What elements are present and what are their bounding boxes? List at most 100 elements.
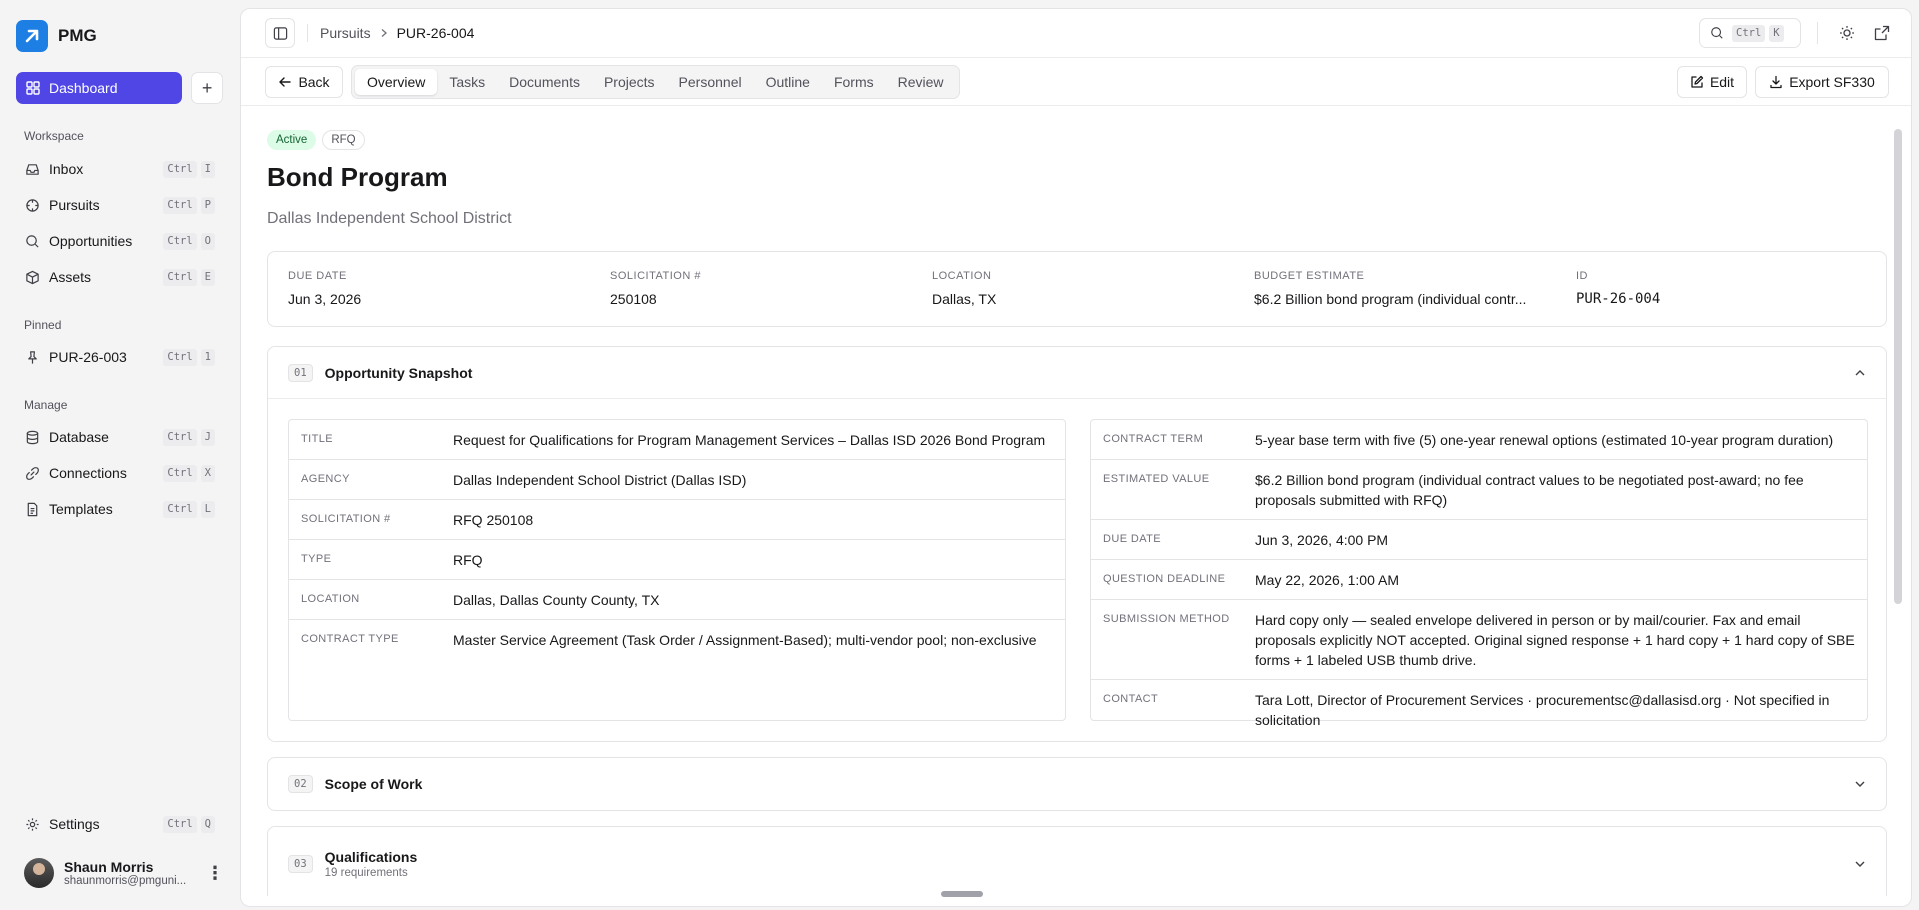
sidebar-item-settings[interactable]: Settings Ctrl Q	[16, 809, 223, 839]
kv-row: Estimated Value $6.2 Billion bond program…	[1091, 460, 1867, 520]
link-icon	[24, 465, 40, 481]
snapshot-right-table: Contract Term 5-year base term with five …	[1090, 419, 1868, 728]
scrollbar[interactable]	[1894, 129, 1902, 604]
more-vertical-icon[interactable]: ⋮	[206, 863, 224, 884]
chevron-up-icon[interactable]	[1854, 367, 1866, 379]
arrow-up-right-icon	[25, 29, 39, 43]
target-icon	[24, 197, 40, 213]
kv-row: Due Date Jun 3, 2026, 4:00 PM	[1091, 520, 1867, 560]
breadcrumb-pursuits[interactable]: Pursuits	[320, 25, 371, 41]
gear-icon	[24, 816, 40, 832]
sidebar-item-pur-26-003[interactable]: PUR-26-003 Ctrl 1	[16, 342, 223, 372]
sun-icon	[1840, 26, 1854, 40]
breadcrumb-current: PUR-26-004	[396, 25, 475, 41]
sidebar-icon	[273, 26, 287, 40]
tab-personnel[interactable]: Personnel	[667, 69, 754, 95]
agency-subtitle: Dallas Independent School District	[267, 210, 512, 227]
sidebar-item-inbox[interactable]: Inbox Ctrl I	[16, 154, 223, 184]
manage-label: Manage	[24, 398, 68, 412]
back-button[interactable]: Back	[265, 66, 343, 98]
section-header[interactable]: 01 Opportunity Snapshot	[268, 347, 1886, 399]
sidebar-item-database[interactable]: Database Ctrl J	[16, 422, 223, 452]
section-title: Opportunity Snapshot	[324, 364, 473, 381]
sidebar-item-pursuits[interactable]: Pursuits Ctrl P	[16, 190, 223, 220]
user-name: Shaun Morris	[64, 859, 154, 875]
share-button[interactable]	[1867, 18, 1897, 48]
sidebar-item-templates[interactable]: Templates Ctrl L	[16, 494, 223, 524]
tab-outline[interactable]: Outline	[754, 69, 822, 95]
dashboard-button[interactable]: Dashboard	[16, 72, 183, 104]
export-sf330-button[interactable]: Export SF330	[1755, 66, 1889, 98]
tab-tasks[interactable]: Tasks	[437, 69, 497, 95]
shortcut: Ctrl X	[163, 464, 215, 482]
shortcut: Ctrl O	[163, 232, 215, 250]
sidebar-item-label: PUR-26-003	[49, 349, 127, 365]
summary-budget-estimate: Budget Estimate $6.2 Billion bond progra…	[1254, 270, 1527, 307]
search-button[interactable]: Ctrl K	[1699, 18, 1801, 48]
box-icon	[24, 269, 40, 285]
add-button[interactable]: +	[191, 72, 223, 104]
tab-projects[interactable]: Projects	[592, 69, 667, 95]
kv-row: Title Request for Qualifications for Prog…	[289, 420, 1065, 460]
file-icon	[24, 501, 40, 517]
brand-name: PMG	[58, 26, 97, 45]
tab-forms[interactable]: Forms	[822, 69, 886, 95]
grid-icon	[26, 81, 40, 95]
summary-solicitation: Solicitation # 250108	[610, 270, 701, 307]
kv-row: Type RFQ	[289, 540, 1065, 580]
plus-icon: +	[201, 77, 213, 98]
brand[interactable]: PMG	[16, 20, 97, 52]
user-email: shaunmorris@pmguni...	[64, 875, 187, 887]
sidebar-item-label: Inbox	[49, 161, 84, 177]
sidebar-item-opportunities[interactable]: Opportunities Ctrl O	[16, 226, 223, 256]
resize-handle[interactable]	[941, 891, 983, 897]
shortcut: Ctrl 1	[163, 348, 215, 366]
dashboard-label: Dashboard	[49, 80, 118, 96]
toggle-sidebar-button[interactable]	[265, 18, 295, 48]
chevron-down-icon[interactable]	[1854, 778, 1866, 790]
workspace-label: Workspace	[24, 129, 84, 143]
section-title: Scope of Work	[324, 776, 423, 792]
section-number: 03	[288, 855, 313, 873]
avatar	[24, 858, 54, 888]
user-menu[interactable]: Shaun Morris shaunmorris@pmguni... ⋮	[24, 855, 224, 891]
kv-row: Location Dallas, Dallas County County, TX	[289, 580, 1065, 620]
tab-overview[interactable]: Overview	[355, 69, 438, 95]
sidebar-item-label: Pursuits	[49, 197, 100, 213]
section-opportunity-snapshot: 01 Opportunity Snapshot Title Request for…	[267, 346, 1887, 742]
chevron-down-icon[interactable]	[1854, 858, 1866, 870]
tab-documents[interactable]: Documents	[497, 69, 592, 95]
page-title: Bond Program	[267, 162, 448, 192]
sidebar-item-label: Settings	[49, 816, 100, 832]
shortcut: Ctrl L	[163, 500, 215, 518]
kv-row: Agency Dallas Independent School District…	[289, 460, 1065, 500]
section-number: 01	[288, 363, 313, 382]
search-shortcut: Ctrl K	[1732, 24, 1784, 42]
kv-row: Submission Method Hard copy only — sealed…	[1091, 600, 1867, 680]
sidebar-item-assets[interactable]: Assets Ctrl E	[16, 262, 223, 292]
badges: Active RFQ	[267, 130, 365, 150]
section-qualifications[interactable]: 03 Qualifications 19 requirements	[267, 826, 1887, 896]
sidebar-item-label: Templates	[49, 501, 113, 517]
sidebar: PMG Dashboard + Workspace Inbox Ctrl I Pu…	[0, 0, 240, 910]
status-badge: Active	[267, 130, 317, 150]
shortcut: Ctrl E	[163, 268, 215, 286]
theme-toggle-button[interactable]	[1832, 18, 1862, 48]
search-icon	[24, 233, 40, 249]
sidebar-item-label: Assets	[49, 269, 92, 285]
sidebar-item-label: Database	[49, 429, 109, 445]
top-bar: Pursuits PUR-26-004 Ctrl K	[241, 9, 1911, 58]
tab-bar: Overview Tasks Documents Projects Person…	[351, 65, 960, 99]
sidebar-item-connections[interactable]: Connections Ctrl X	[16, 458, 223, 488]
section-scope-of-work[interactable]: 02 Scope of Work	[267, 757, 1887, 811]
share-icon	[1874, 25, 1890, 41]
shortcut: Ctrl J	[163, 428, 215, 446]
section-subtitle: 19 requirements	[324, 867, 408, 879]
edit-button[interactable]: Edit	[1677, 66, 1747, 98]
sidebar-item-label: Connections	[49, 465, 127, 481]
tab-review[interactable]: Review	[886, 69, 956, 95]
search-icon	[1711, 27, 1723, 39]
chevron-right-icon	[381, 29, 387, 37]
kv-row: Contract Type Master Service Agreement (T…	[301, 632, 1037, 648]
toolbar: Back Overview Tasks Documents Projects P…	[241, 58, 1911, 106]
